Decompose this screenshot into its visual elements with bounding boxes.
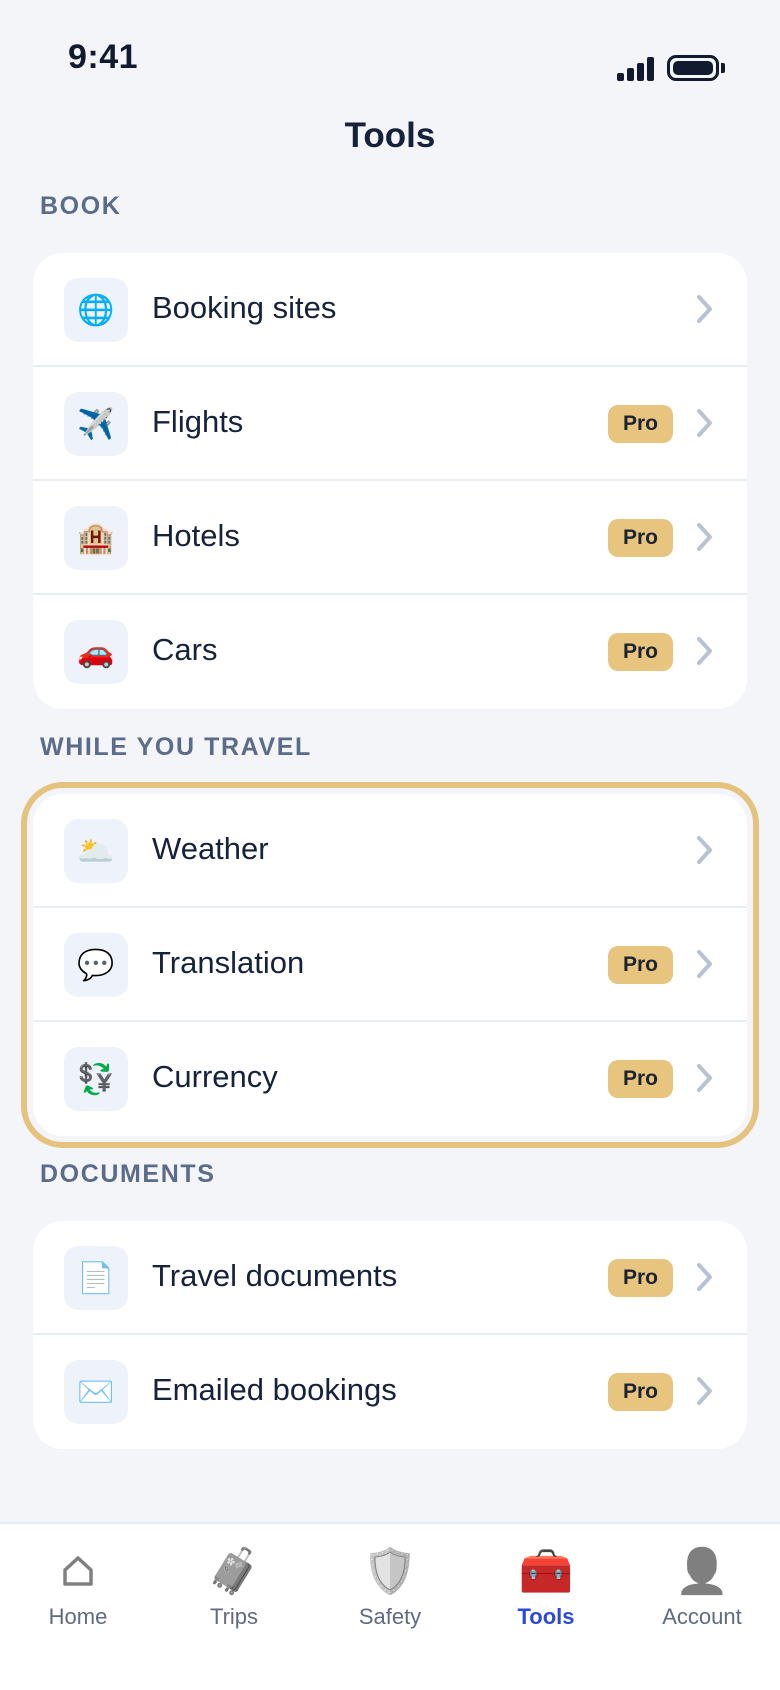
documents-card: 📄 Travel documents Pro ✉️ Emailed bookin…	[33, 1221, 747, 1449]
section-label-book: BOOK	[40, 192, 122, 220]
speech-bubble-icon: 💬	[64, 933, 128, 997]
tab-safety[interactable]: 🛡️ Safety	[312, 1524, 468, 1654]
document-icon: 📄	[64, 1246, 128, 1310]
globe-icon: 🌐	[64, 278, 128, 342]
user-icon: 👤	[674, 1547, 730, 1596]
tab-tools[interactable]: 🧰 Tools	[468, 1524, 624, 1654]
tool-label: Weather	[152, 831, 269, 866]
chevron-right-icon	[697, 1263, 712, 1291]
toolbox-icon: 🧰	[518, 1547, 574, 1596]
pro-badge: Pro	[608, 1259, 673, 1297]
tool-label: Flights	[152, 404, 244, 439]
home-icon	[0, 1544, 156, 1598]
tool-label: Cars	[152, 632, 218, 667]
cloud-sun-icon: 🌥️	[64, 819, 128, 883]
tool-row-cars[interactable]: 🚗 Cars Pro	[33, 595, 747, 709]
tool-label: Translation	[152, 945, 305, 980]
tab-label: Trips	[209, 1604, 259, 1629]
luggage-icon: 🧳	[206, 1547, 262, 1596]
pro-badge: Pro	[608, 519, 673, 557]
tool-row-translation[interactable]: 💬 Translation Pro	[33, 908, 747, 1022]
pro-badge: Pro	[608, 405, 673, 443]
chevron-right-icon	[697, 836, 712, 864]
tab-label: Home	[48, 1604, 108, 1629]
tab-bar: Home 🧳 Trips 🛡️ Safety 🧰 Tools 👤 Account	[0, 1522, 780, 1690]
tab-label: Account	[662, 1604, 742, 1629]
battery-tip	[721, 63, 725, 73]
tab-home[interactable]: Home	[0, 1524, 156, 1654]
hotel-icon: 🏨	[64, 506, 128, 570]
chevron-right-icon	[697, 950, 712, 978]
tab-label: Tools	[517, 1604, 575, 1629]
chevron-right-icon	[697, 1377, 712, 1405]
tool-label: Travel documents	[152, 1258, 398, 1293]
tool-label: Emailed bookings	[152, 1372, 397, 1407]
tool-row-booking-sites[interactable]: 🌐 Booking sites	[33, 253, 747, 367]
status-time: 9:41	[68, 38, 139, 76]
airplane-icon: ✈️	[64, 392, 128, 456]
section-label-while-you-travel: WHILE YOU TRAVEL	[40, 733, 312, 761]
cellular-signal-icon	[617, 57, 654, 81]
tool-row-weather[interactable]: 🌥️ Weather	[33, 794, 747, 908]
status-bar: 9:41	[0, 0, 780, 110]
tool-row-flights[interactable]: ✈️ Flights Pro	[33, 367, 747, 481]
chevron-right-icon	[697, 409, 712, 437]
pro-badge: Pro	[608, 946, 673, 984]
section-label-documents: DOCUMENTS	[40, 1160, 216, 1188]
page-title: Tools	[344, 116, 436, 155]
shield-icon: 🛡️	[362, 1547, 418, 1596]
tool-row-currency[interactable]: 💱 Currency Pro	[33, 1022, 747, 1136]
tool-label: Hotels	[152, 518, 240, 553]
tab-account[interactable]: 👤 Account	[624, 1524, 780, 1654]
pro-badge: Pro	[608, 633, 673, 671]
tool-label: Currency	[152, 1059, 278, 1094]
tab-trips[interactable]: 🧳 Trips	[156, 1524, 312, 1654]
tool-row-emailed-bookings[interactable]: ✉️ Emailed bookings Pro	[33, 1335, 747, 1449]
envelope-icon: ✉️	[64, 1360, 128, 1424]
tab-label: Safety	[358, 1604, 422, 1629]
battery-icon	[667, 55, 719, 81]
book-card: 🌐 Booking sites ✈️ Flights Pro 🏨 Hotels …	[33, 253, 747, 709]
chevron-right-icon	[697, 1064, 712, 1092]
pro-badge: Pro	[608, 1060, 673, 1098]
chevron-right-icon	[697, 637, 712, 665]
tool-row-hotels[interactable]: 🏨 Hotels Pro	[33, 481, 747, 595]
car-icon: 🚗	[64, 620, 128, 684]
chevron-right-icon	[697, 295, 712, 323]
chevron-right-icon	[697, 523, 712, 551]
tool-row-travel-documents[interactable]: 📄 Travel documents Pro	[33, 1221, 747, 1335]
tool-label: Booking sites	[152, 290, 337, 325]
currency-exchange-icon: 💱	[64, 1047, 128, 1111]
pro-badge: Pro	[608, 1373, 673, 1411]
while-you-travel-card: 🌥️ Weather 💬 Translation Pro 💱 Currency …	[21, 782, 759, 1148]
